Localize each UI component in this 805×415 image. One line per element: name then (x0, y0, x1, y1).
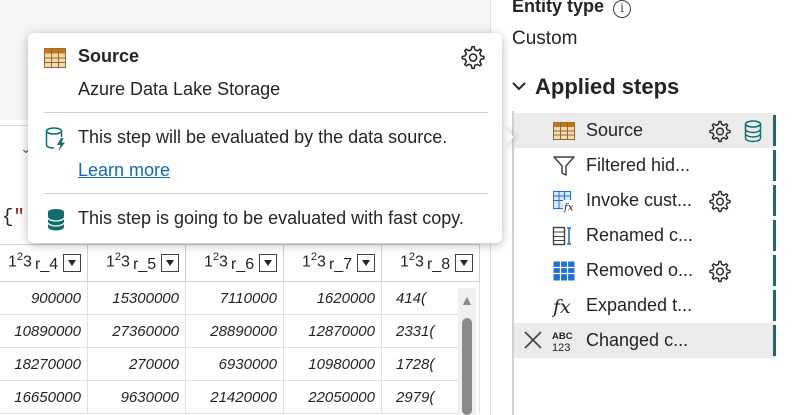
step-label: Changed c... (586, 330, 689, 350)
column-filter-dropdown-icon[interactable] (357, 254, 375, 272)
grid-table-icon (552, 259, 576, 283)
column-header[interactable]: 123 r_8 (382, 244, 480, 282)
column-header[interactable]: 123 r_6 (186, 244, 284, 282)
table-cell[interactable]: 16650000 (0, 381, 88, 414)
abc-123-icon: ABC 123 (552, 329, 576, 354)
formula-quote: " (13, 206, 25, 228)
step-status-bar (773, 150, 776, 181)
table-cell[interactable]: 22050000 (284, 381, 382, 414)
formula-bar-fragment[interactable]: {" (2, 206, 25, 228)
entity-type-value[interactable]: Custom (512, 28, 577, 50)
column-name: r_8 (427, 256, 451, 273)
number-type-icon[interactable]: 123 (204, 251, 228, 271)
column-name: r_6 (231, 256, 255, 273)
scrollbar-thumb[interactable] (462, 318, 472, 415)
popup-divider (44, 193, 488, 194)
column-filter-dropdown-icon[interactable] (455, 254, 473, 272)
database-lightning-icon (45, 127, 65, 151)
step-label: Renamed c... (586, 225, 694, 245)
table-cell[interactable]: 12870000 (284, 315, 382, 348)
number-type-icon[interactable]: 123 (302, 251, 326, 271)
step-label: Invoke cust... (586, 190, 693, 210)
scroll-up-arrow-icon[interactable]: ▲ (460, 292, 474, 308)
svg-text:fx: fx (563, 203, 574, 214)
number-type-icon[interactable]: 123 (400, 251, 424, 271)
applied-step-source[interactable]: Source (514, 113, 776, 148)
column-header[interactable]: 123 r_4 (0, 244, 88, 282)
table-row[interactable]: 16650000 9630000 21420000 22050000 2979( (0, 381, 480, 414)
delete-step-icon[interactable] (522, 329, 544, 351)
table-cell[interactable]: 28890000 (186, 315, 284, 348)
fast-copy-message: This step is going to be evaluated with … (78, 208, 464, 228)
applied-step-changed-c[interactable]: ABC 123 Changed c... (514, 323, 776, 358)
info-icon[interactable]: i (613, 0, 631, 18)
applied-steps-title: Applied steps (535, 74, 680, 99)
rename-column-icon (552, 224, 576, 248)
column-name: r_5 (133, 256, 157, 273)
step-status-bar (773, 290, 776, 321)
number-type-icon[interactable]: 123 (8, 251, 32, 271)
table-cell[interactable]: 21420000 (186, 381, 284, 414)
step-status-bar (773, 115, 776, 146)
popup-divider (44, 112, 488, 113)
evaluation-message: This step will be evaluated by the data … (78, 127, 448, 147)
table-cell[interactable]: 10890000 (0, 315, 88, 348)
table-row[interactable]: 900000 15300000 7110000 1620000 414( (0, 282, 480, 315)
svg-text:123: 123 (552, 342, 570, 353)
data-grid: 123 r_4 123 r_5 123 r_6 123 r_7 123 r_8 900000 1530… (0, 244, 480, 415)
step-label: Removed o... (586, 260, 694, 280)
table-cell[interactable]: 9630000 (88, 381, 186, 414)
table-row[interactable]: 10890000 27360000 28890000 12870000 2331( (0, 315, 480, 348)
applied-step-renamed-c[interactable]: Renamed c... (514, 218, 776, 253)
table-cell[interactable]: 1620000 (284, 282, 382, 315)
table-cell[interactable]: 15300000 (88, 282, 186, 315)
table-cell[interactable]: 6930000 (186, 348, 284, 381)
filter-icon (552, 154, 576, 178)
learn-more-link[interactable]: Learn more (78, 160, 170, 181)
gear-icon[interactable] (707, 259, 731, 283)
formula-brace: { (2, 206, 14, 228)
fx-icon: fx (551, 294, 576, 318)
step-status-bar (773, 325, 776, 356)
applied-step-invoke-cust[interactable]: fx Invoke cust... (514, 183, 776, 218)
chevron-down-icon[interactable] (510, 77, 528, 95)
table-row[interactable]: 18270000 270000 6930000 10980000 1728( (0, 348, 480, 381)
column-header[interactable]: 123 r_5 (88, 244, 186, 282)
table-cell[interactable]: 18270000 (0, 348, 88, 381)
table-icon (44, 48, 66, 68)
column-header[interactable]: 123 r_7 (284, 244, 382, 282)
function-table-icon: fx (552, 189, 576, 214)
step-status-bar (773, 185, 776, 216)
step-label: Source (586, 120, 644, 140)
gear-icon[interactable] (707, 189, 731, 213)
gear-icon[interactable] (459, 44, 485, 70)
step-status-bar (773, 220, 776, 251)
applied-step-expanded-t[interactable]: fx Expanded t... (514, 288, 776, 323)
table-cell[interactable]: 10980000 (284, 348, 382, 381)
column-filter-dropdown-icon[interactable] (259, 254, 277, 272)
number-type-icon[interactable]: 123 (106, 251, 130, 271)
step-status-bar (773, 255, 776, 286)
column-name: r_4 (35, 256, 59, 273)
step-label: Expanded t... (586, 295, 693, 315)
popup-title: Source (78, 46, 140, 66)
table-cell[interactable]: 900000 (0, 282, 88, 315)
column-name: r_7 (329, 256, 353, 273)
table-cell[interactable]: 270000 (88, 348, 186, 381)
column-filter-dropdown-icon[interactable] (161, 254, 179, 272)
step-label: Filtered hid... (586, 155, 691, 175)
table-cell[interactable]: 7110000 (186, 282, 284, 315)
popup-subtitle: Azure Data Lake Storage (78, 79, 281, 99)
table-icon (552, 119, 576, 143)
column-filter-dropdown-icon[interactable] (63, 254, 81, 272)
applied-step-removed-o[interactable]: Removed o... (514, 253, 776, 288)
entity-type-label: Entity type (512, 0, 605, 16)
database-icon (47, 209, 65, 231)
svg-text:fx: fx (552, 296, 571, 318)
gear-icon[interactable] (707, 119, 731, 143)
applied-step-filtered-hid[interactable]: Filtered hid... (514, 148, 776, 183)
table-cell[interactable]: 27360000 (88, 315, 186, 348)
svg-text:ABC: ABC (552, 331, 573, 342)
database-icon[interactable] (742, 119, 764, 143)
